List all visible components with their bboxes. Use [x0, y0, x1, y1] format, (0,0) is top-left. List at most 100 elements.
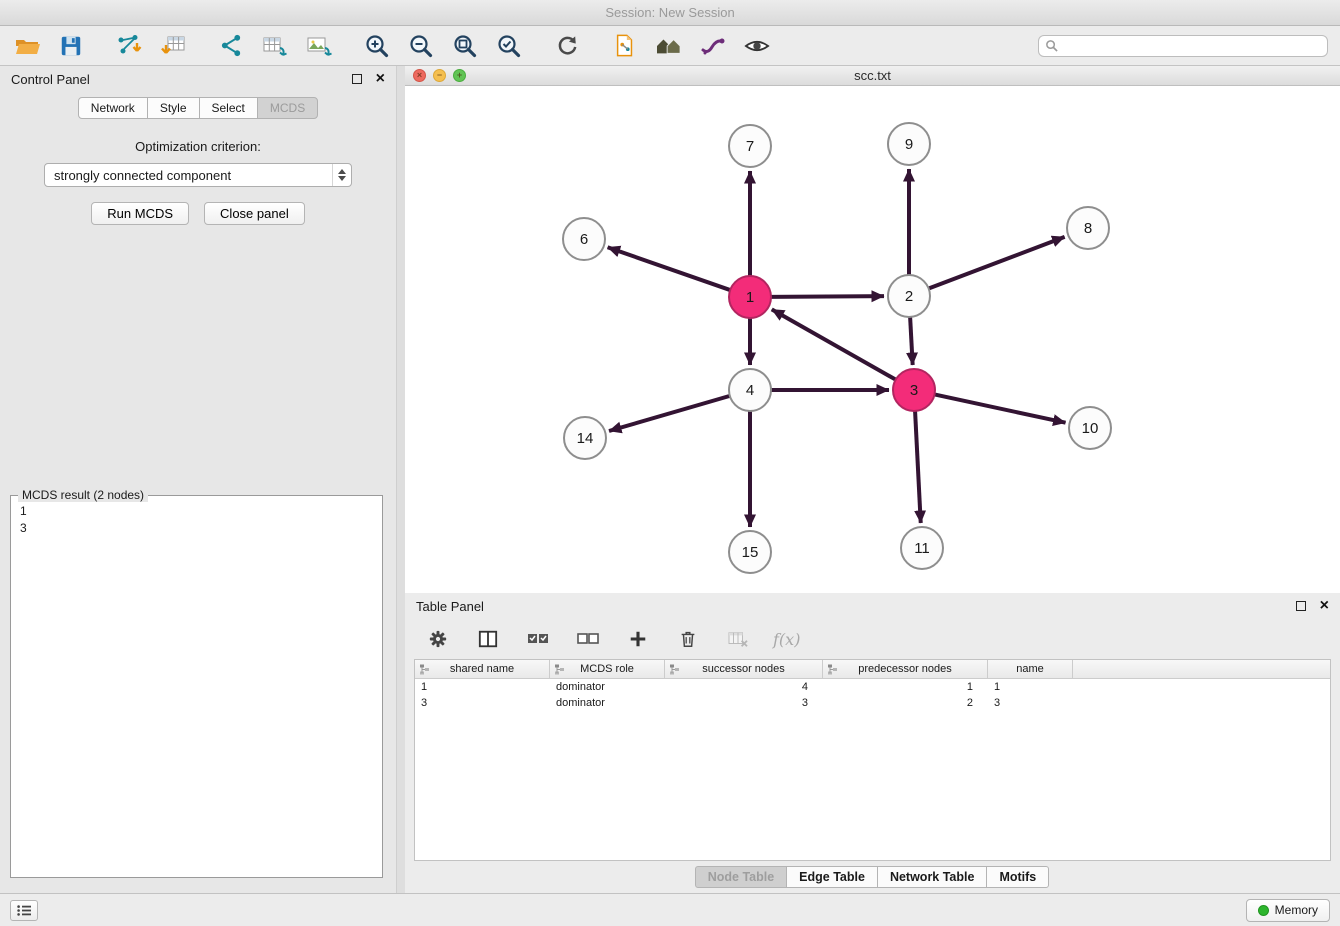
table-settings-button[interactable] [423, 624, 453, 654]
zoom-in-button[interactable] [362, 31, 392, 61]
mcds-result-item[interactable]: 1 [20, 503, 373, 520]
panel-splitter[interactable] [397, 66, 405, 893]
home-button[interactable] [654, 31, 684, 61]
task-history-button[interactable] [10, 900, 38, 921]
float-panel-icon[interactable] [352, 74, 362, 84]
graph-node-10[interactable]: 10 [1069, 407, 1111, 449]
network-window-titlebar[interactable]: scc.txt × − + [405, 66, 1340, 86]
column-header-name[interactable]: name [988, 660, 1073, 678]
optimization-dropdown-value: strongly connected component [54, 168, 231, 183]
float-table-panel-icon[interactable] [1296, 601, 1306, 611]
zoom-fit-button[interactable] [450, 31, 480, 61]
cell-predecessor-nodes[interactable]: 1 [823, 681, 988, 693]
zoom-selected-button[interactable] [494, 31, 524, 61]
network-window-title: scc.txt [405, 68, 1340, 83]
table-row[interactable]: 3 dominator 3 2 3 [415, 695, 1330, 711]
close-panel-button[interactable]: Close panel [204, 202, 305, 225]
svg-text:1: 1 [746, 289, 754, 306]
cell-shared-name[interactable]: 1 [415, 681, 550, 693]
graph-edge-2-8[interactable] [929, 237, 1065, 289]
memory-button[interactable]: Memory [1246, 899, 1330, 922]
style-brush-button[interactable] [698, 31, 728, 61]
tab-node-table[interactable]: Node Table [695, 866, 787, 888]
search-box [1038, 35, 1328, 57]
graph-edge-3-11[interactable] [915, 411, 921, 523]
graph-edge-3-1[interactable] [772, 309, 896, 379]
graph-node-8[interactable]: 8 [1067, 207, 1109, 249]
control-panel-header: Control Panel × [0, 66, 396, 92]
apply-style-button[interactable] [610, 31, 640, 61]
close-table-panel-icon[interactable]: × [1320, 601, 1329, 611]
table-panel: Table Panel × [405, 593, 1340, 893]
export-table-button[interactable] [260, 31, 290, 61]
run-mcds-button[interactable]: Run MCDS [91, 202, 189, 225]
show-column-panel-button[interactable] [473, 624, 503, 654]
tab-motifs[interactable]: Motifs [986, 866, 1049, 888]
svg-text:9: 9 [905, 136, 913, 153]
close-window-icon[interactable]: × [413, 69, 426, 82]
import-table-button[interactable] [158, 31, 188, 61]
graph-edge-4-14[interactable] [609, 396, 730, 431]
save-session-button[interactable] [56, 31, 86, 61]
search-input[interactable] [1058, 39, 1321, 53]
delete-table-button[interactable] [723, 624, 753, 654]
graph-node-6[interactable]: 6 [563, 218, 605, 260]
new-network-button[interactable] [216, 31, 246, 61]
graph-node-15[interactable]: 15 [729, 531, 771, 573]
deselect-all-columns-button[interactable] [573, 624, 603, 654]
select-all-columns-button[interactable] [523, 624, 553, 654]
graph-edge-1-2[interactable] [771, 296, 884, 297]
cell-name[interactable]: 1 [988, 681, 1073, 693]
optimization-dropdown[interactable]: strongly connected component [44, 163, 352, 187]
graph-node-4[interactable]: 4 [729, 369, 771, 411]
function-builder-button[interactable]: f(x) [773, 630, 800, 649]
graph-node-1[interactable]: 1 [729, 276, 771, 318]
mcds-result-list[interactable]: 1 3 [11, 496, 382, 544]
graph-node-14[interactable]: 14 [564, 417, 606, 459]
graph-node-11[interactable]: 11 [901, 527, 943, 569]
cell-predecessor-nodes[interactable]: 2 [823, 697, 988, 709]
tab-select[interactable]: Select [199, 97, 258, 119]
graph-node-9[interactable]: 9 [888, 123, 930, 165]
delete-column-button[interactable] [673, 624, 703, 654]
table-toolbar: f(x) [405, 619, 1340, 659]
column-header-successor-nodes[interactable]: successor nodes [665, 660, 823, 678]
show-hide-button[interactable] [742, 31, 772, 61]
column-header-predecessor-nodes[interactable]: predecessor nodes [823, 660, 988, 678]
graph-node-3[interactable]: 3 [893, 369, 935, 411]
network-canvas[interactable]: 7 9 6 8 1 2 4 3 10 14 15 11 [405, 86, 1340, 594]
graph-edge-3-10[interactable] [935, 394, 1066, 422]
zoom-window-icon[interactable]: + [453, 69, 466, 82]
mcds-result-item[interactable]: 3 [20, 520, 373, 537]
column-header-mcds-role[interactable]: MCDS role [550, 660, 665, 678]
graph-edge-2-3[interactable] [910, 317, 913, 365]
cell-name[interactable]: 3 [988, 697, 1073, 709]
cell-successor-nodes[interactable]: 3 [665, 697, 823, 709]
cell-mcds-role[interactable]: dominator [550, 697, 665, 709]
column-header-shared-name[interactable]: shared name [415, 660, 550, 678]
window-titlebar[interactable]: Session: New Session [0, 0, 1340, 26]
cell-successor-nodes[interactable]: 4 [665, 681, 823, 693]
table-row[interactable]: 1 dominator 4 1 1 [415, 679, 1330, 695]
tab-style[interactable]: Style [147, 97, 200, 119]
cell-mcds-role[interactable]: dominator [550, 681, 665, 693]
tab-mcds[interactable]: MCDS [257, 97, 318, 119]
import-network-icon [116, 33, 143, 59]
open-session-button[interactable] [12, 31, 42, 61]
import-network-button[interactable] [114, 31, 144, 61]
graph-edge-1-6[interactable] [608, 247, 731, 290]
tab-network[interactable]: Network [78, 97, 148, 119]
refresh-button[interactable] [552, 31, 582, 61]
zoom-out-button[interactable] [406, 31, 436, 61]
tab-network-table[interactable]: Network Table [877, 866, 988, 888]
graph-node-7[interactable]: 7 [729, 125, 771, 167]
network-graph[interactable]: 7 9 6 8 1 2 4 3 10 14 15 11 [405, 86, 1340, 593]
add-column-button[interactable] [623, 624, 653, 654]
graph-node-2[interactable]: 2 [888, 275, 930, 317]
close-panel-icon[interactable]: × [376, 74, 385, 84]
minimize-window-icon[interactable]: − [433, 69, 446, 82]
cell-shared-name[interactable]: 3 [415, 697, 550, 709]
tab-edge-table[interactable]: Edge Table [786, 866, 878, 888]
svg-text:11: 11 [914, 540, 930, 557]
export-image-button[interactable] [304, 31, 334, 61]
